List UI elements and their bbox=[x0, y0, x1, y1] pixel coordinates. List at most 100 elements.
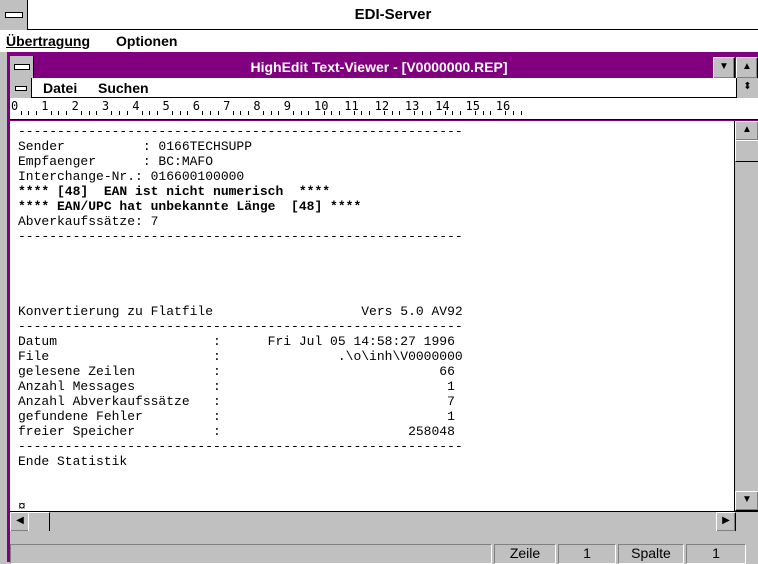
document-line: ----------------------------------------… bbox=[18, 439, 463, 454]
column-label: Spalte bbox=[618, 544, 684, 564]
ruler-tick bbox=[512, 111, 514, 115]
ruler-tick bbox=[429, 111, 431, 115]
document-line: Empfaenger : BC:MAFO bbox=[18, 154, 214, 169]
ruler-tick bbox=[520, 111, 522, 115]
ruler: 0 1 2 3 4 5 6 7 8 9 10 11 12 13 14 15 16 bbox=[10, 98, 758, 120]
document-line: Interchange-Nr.: 016600100000 bbox=[18, 169, 245, 184]
ruler-label: 10 bbox=[314, 99, 329, 113]
ruler-tick bbox=[452, 111, 454, 115]
ruler-tick bbox=[172, 111, 174, 115]
ruler-tick bbox=[482, 111, 484, 115]
ruler-tick bbox=[270, 111, 272, 115]
ruler-tick bbox=[81, 111, 83, 115]
minimize-button[interactable]: ▼ bbox=[713, 57, 735, 79]
document-line bbox=[18, 484, 463, 499]
ruler-tick bbox=[202, 111, 204, 115]
ruler-label: 0 bbox=[11, 99, 19, 113]
document-line: ----------------------------------------… bbox=[18, 124, 463, 139]
ruler-tick bbox=[187, 111, 189, 115]
ruler-tick bbox=[119, 111, 121, 115]
inner-system-menu-button[interactable] bbox=[10, 56, 34, 78]
ruler-label: 2 bbox=[71, 99, 79, 113]
ruler-tick bbox=[353, 111, 355, 115]
scroll-left-button[interactable]: ◀ bbox=[10, 512, 30, 532]
ruler-label: 8 bbox=[253, 99, 261, 113]
ruler-tick bbox=[323, 111, 325, 115]
menu-uebertragung[interactable]: Übertragung bbox=[6, 31, 90, 51]
ruler-tick bbox=[35, 111, 37, 115]
column-value: 1 bbox=[686, 544, 746, 564]
ruler-tick bbox=[278, 111, 280, 115]
document-system-menu-button[interactable] bbox=[10, 78, 32, 98]
ruler-tick bbox=[399, 111, 401, 115]
ruler-label: 5 bbox=[162, 99, 170, 113]
text-viewer-area[interactable]: ----------------------------------------… bbox=[10, 121, 734, 514]
inner-window-title: HighEdit Text-Viewer - [V0000000.REP] bbox=[250, 59, 508, 75]
document-line bbox=[18, 244, 463, 259]
ruler-label: 4 bbox=[132, 99, 140, 113]
ruler-tick bbox=[444, 111, 446, 115]
scroll-right-button[interactable]: ▶ bbox=[716, 512, 736, 532]
vertical-scroll-thumb[interactable] bbox=[735, 140, 758, 162]
document-line: File : .\o\inh\V0000000 bbox=[18, 349, 463, 364]
vertical-scrollbar[interactable]: ▲ ▼ bbox=[734, 121, 758, 511]
document-line: **** EAN/UPC hat unbekannte Länge [48] *… bbox=[18, 199, 362, 214]
horizontal-scroll-thumb[interactable] bbox=[28, 512, 50, 532]
ruler-tick bbox=[28, 111, 30, 115]
ruler-tick bbox=[50, 111, 52, 115]
ruler-tick bbox=[217, 111, 219, 115]
ruler-tick bbox=[247, 111, 249, 115]
document-line: gefundene Fehler : 1 bbox=[18, 409, 455, 424]
arrow-left-icon: ◀ bbox=[16, 515, 24, 526]
horizontal-scrollbar[interactable]: ◀ ▶ bbox=[10, 511, 758, 532]
document-line: Abverkaufssätze: 7 bbox=[18, 214, 159, 229]
ruler-tick bbox=[156, 111, 158, 115]
menu-suchen[interactable]: Suchen bbox=[98, 78, 149, 98]
status-bar: Zeile 1 Spalte 1 bbox=[10, 531, 758, 564]
ruler-tick bbox=[459, 111, 461, 115]
menu-datei-label: Datei bbox=[43, 80, 78, 96]
ruler-tick bbox=[505, 111, 507, 115]
arrow-right-icon: ▶ bbox=[722, 515, 730, 526]
ruler-label: 15 bbox=[465, 99, 480, 113]
document-line bbox=[18, 469, 463, 484]
ruler-label: 11 bbox=[344, 99, 359, 113]
document-line bbox=[18, 289, 463, 304]
ruler-tick bbox=[331, 111, 333, 115]
ruler-tick bbox=[179, 111, 181, 115]
ruler-tick bbox=[66, 111, 68, 115]
document-line: **** [48] EAN ist nicht numerisch **** bbox=[18, 184, 331, 199]
ruler-tick bbox=[88, 111, 90, 115]
ruler-tick bbox=[111, 111, 113, 115]
ruler-label: 9 bbox=[283, 99, 291, 113]
menu-suchen-label: Suchen bbox=[98, 80, 149, 96]
maximize-button[interactable]: ▲ bbox=[736, 57, 758, 79]
ruler-tick bbox=[96, 111, 98, 115]
ruler-label: 13 bbox=[404, 99, 420, 113]
ruler-tick bbox=[20, 111, 22, 115]
document-line: gelesene Zeilen : 66 bbox=[18, 364, 455, 379]
ruler-tick bbox=[232, 111, 234, 115]
ruler-tick bbox=[58, 111, 60, 115]
arrow-down-icon: ▼ bbox=[742, 494, 752, 505]
menu-datei[interactable]: Datei bbox=[43, 78, 77, 98]
menu-optionen[interactable]: Optionen bbox=[116, 31, 177, 51]
outer-menu-bar: Übertragung Optionen bbox=[0, 30, 758, 52]
ruler-tick bbox=[369, 111, 371, 115]
arrow-up-icon: ▲ bbox=[742, 124, 752, 135]
ruler-tick bbox=[262, 111, 264, 115]
ruler-tick bbox=[293, 111, 295, 115]
ruler-label: 16 bbox=[495, 99, 511, 113]
ruler-label: 1 bbox=[41, 99, 49, 113]
scroll-up-button[interactable]: ▲ bbox=[735, 121, 758, 141]
menu-uebertragung-label: Übertragung bbox=[6, 33, 90, 49]
line-label: Zeile bbox=[494, 544, 556, 564]
inner-menu-bar: Datei Suchen bbox=[10, 78, 758, 98]
scroll-down-button[interactable]: ▼ bbox=[735, 491, 758, 511]
ruler-tick bbox=[361, 111, 363, 115]
document-line: ----------------------------------------… bbox=[18, 319, 463, 334]
ruler-tick bbox=[338, 111, 340, 115]
ruler-label: 14 bbox=[435, 99, 450, 113]
restore-button[interactable]: ⬍ bbox=[736, 78, 758, 98]
outer-system-menu-button[interactable] bbox=[0, 0, 28, 30]
